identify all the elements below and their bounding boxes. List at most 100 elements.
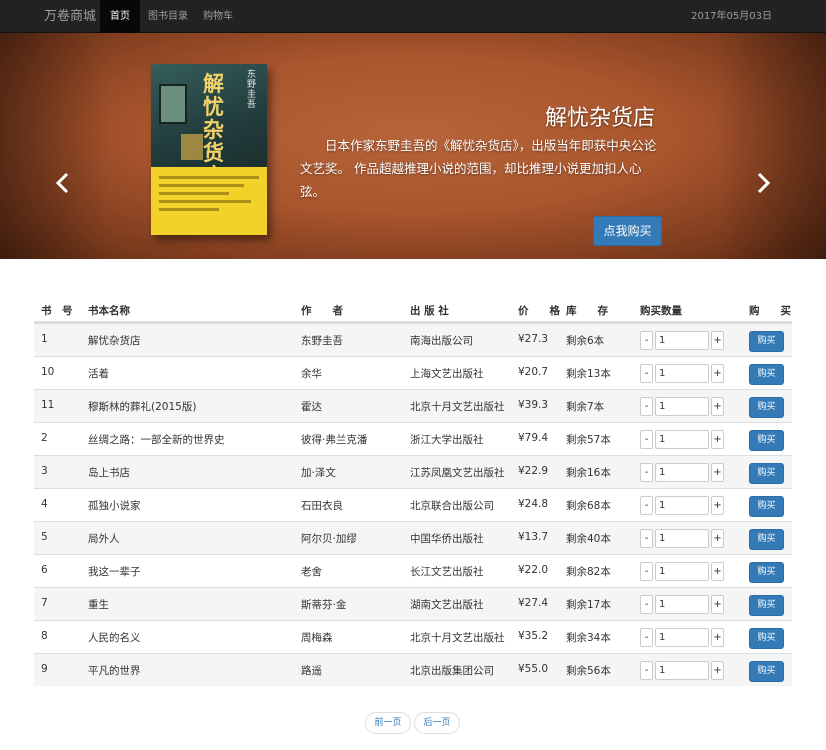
- cell-book-name: 平凡的世界: [88, 665, 141, 677]
- quantity-input[interactable]: 1: [655, 430, 709, 449]
- row-buy-button[interactable]: 购买: [749, 496, 784, 517]
- cell-book-id: 4: [41, 498, 48, 510]
- row-buy-button[interactable]: 购买: [749, 529, 784, 550]
- table-row: 11 穆斯林的葬礼(2015版) 霍达 北京十月文艺出版社 ¥39.3 剩余7本 -1 + 购买: [34, 389, 792, 422]
- table-row: 5 局外人 阿尔贝·加缪 中国华侨出版社 ¥13.7 剩余40本 -1 + 购买: [34, 521, 792, 554]
- cell-book-name: 孤独小说家: [88, 500, 141, 512]
- col-header-price: 价 格: [518, 305, 560, 317]
- table-row: 10 活着 余华 上海文艺出版社 ¥20.7 剩余13本 -1 + 购买: [34, 356, 792, 389]
- current-date: 2017年05月03日: [691, 11, 772, 22]
- cell-publisher: 湖南文艺出版社: [410, 599, 484, 611]
- nav-item-cart[interactable]: 购物车: [193, 0, 243, 33]
- cell-stock: 剩余56本: [566, 665, 611, 677]
- increase-qty-button[interactable]: +: [711, 364, 724, 383]
- carousel-buy-button[interactable]: 点我购买: [593, 216, 662, 246]
- brand-logo[interactable]: 万卷商城: [44, 0, 96, 33]
- quantity-input[interactable]: 1: [655, 595, 709, 614]
- row-buy-button[interactable]: 购买: [749, 430, 784, 451]
- decrease-qty-button[interactable]: -: [640, 661, 653, 680]
- cell-price: ¥39.3: [518, 399, 549, 411]
- increase-qty-button[interactable]: +: [711, 331, 724, 350]
- quantity-stepper: -1 +: [640, 463, 724, 482]
- row-buy-button[interactable]: 购买: [749, 331, 784, 352]
- row-buy-button[interactable]: 购买: [749, 397, 784, 418]
- table-row: 4 孤独小说家 石田衣良 北京联合出版公司 ¥24.8 剩余68本 -1 + 购买: [34, 488, 792, 521]
- carousel-next-chevron-right-icon[interactable]: [753, 171, 773, 195]
- quantity-input[interactable]: 1: [655, 364, 709, 383]
- decrease-qty-button[interactable]: -: [640, 364, 653, 383]
- increase-qty-button[interactable]: +: [711, 430, 724, 449]
- increase-qty-button[interactable]: +: [711, 496, 724, 515]
- decrease-qty-button[interactable]: -: [640, 331, 653, 350]
- decrease-qty-button[interactable]: -: [640, 397, 653, 416]
- increase-qty-button[interactable]: +: [711, 397, 724, 416]
- decrease-qty-button[interactable]: -: [640, 595, 653, 614]
- col-header-stock: 库 存: [566, 305, 608, 317]
- col-header-qty: 购买数量: [640, 305, 682, 317]
- cell-publisher: 上海文艺出版社: [410, 368, 484, 380]
- decrease-qty-button[interactable]: -: [640, 562, 653, 581]
- quantity-input[interactable]: 1: [655, 628, 709, 647]
- quantity-input[interactable]: 1: [655, 397, 709, 416]
- book-cover-author: 东野圭吾: [247, 70, 257, 110]
- cell-price: ¥24.8: [518, 498, 549, 510]
- col-header-buy: 购 买: [749, 305, 791, 317]
- quantity-input[interactable]: 1: [655, 331, 709, 350]
- quantity-input[interactable]: 1: [655, 661, 709, 680]
- prev-page-button[interactable]: 前一页: [365, 712, 411, 734]
- table-row: 1 解忧杂货店 东野圭吾 南海出版公司 ¥27.3 剩余6本 -1 + 购买: [34, 323, 792, 356]
- cell-publisher: 江苏凤凰文艺出版社: [410, 467, 505, 479]
- cell-author: 东野圭吾: [301, 335, 343, 347]
- quantity-input[interactable]: 1: [655, 496, 709, 515]
- decrease-qty-button[interactable]: -: [640, 430, 653, 449]
- cell-book-name: 重生: [88, 599, 109, 611]
- cell-price: ¥27.4: [518, 597, 549, 609]
- cell-author: 周梅森: [301, 632, 333, 644]
- cell-publisher: 中国华侨出版社: [410, 533, 484, 545]
- cell-price: ¥79.4: [518, 432, 549, 444]
- cell-publisher: 北京十月文艺出版社: [410, 632, 505, 644]
- table-row: 8 人民的名义 周梅森 北京十月文艺出版社 ¥35.2 剩余34本 -1 + 购买: [34, 620, 792, 653]
- cell-publisher: 浙江大学出版社: [410, 434, 484, 446]
- quantity-stepper: -1 +: [640, 529, 724, 548]
- cell-price: ¥35.2: [518, 630, 549, 642]
- nav-item-catalog[interactable]: 图书目录: [138, 0, 198, 33]
- cell-author: 老舍: [301, 566, 322, 578]
- quantity-input[interactable]: 1: [655, 562, 709, 581]
- quantity-stepper: -1 +: [640, 595, 724, 614]
- quantity-input[interactable]: 1: [655, 463, 709, 482]
- cell-price: ¥27.3: [518, 333, 549, 345]
- cell-author: 余华: [301, 368, 322, 380]
- increase-qty-button[interactable]: +: [711, 595, 724, 614]
- row-buy-button[interactable]: 购买: [749, 661, 784, 682]
- increase-qty-button[interactable]: +: [711, 628, 724, 647]
- cell-stock: 剩余57本: [566, 434, 611, 446]
- cell-book-id: 7: [41, 597, 48, 609]
- cell-stock: 剩余16本: [566, 467, 611, 479]
- cell-book-name: 岛上书店: [88, 467, 130, 479]
- cell-stock: 剩余17本: [566, 599, 611, 611]
- increase-qty-button[interactable]: +: [711, 661, 724, 680]
- row-buy-button[interactable]: 购买: [749, 562, 784, 583]
- increase-qty-button[interactable]: +: [711, 529, 724, 548]
- decrease-qty-button[interactable]: -: [640, 496, 653, 515]
- row-buy-button[interactable]: 购买: [749, 595, 784, 616]
- nav-item-home[interactable]: 首页: [100, 0, 140, 33]
- decrease-qty-button[interactable]: -: [640, 463, 653, 482]
- decrease-qty-button[interactable]: -: [640, 628, 653, 647]
- top-navbar: 万卷商城 首页 图书目录 购物车 2017年05月03日: [0, 0, 826, 33]
- decrease-qty-button[interactable]: -: [640, 529, 653, 548]
- row-buy-button[interactable]: 购买: [749, 628, 784, 649]
- hero-carousel: 解忧杂货店 东野圭吾 解忧杂货店 日本作家东野圭吾的《解忧杂货店》，出版当年即获…: [0, 33, 826, 259]
- next-page-button[interactable]: 后一页: [414, 712, 460, 734]
- row-buy-button[interactable]: 购买: [749, 463, 784, 484]
- quantity-input[interactable]: 1: [655, 529, 709, 548]
- book-table-header: 书 号 书本名称 作 者 出 版 社 价 格 库 存 购买数量 购 买: [34, 296, 792, 323]
- quantity-stepper: -1 +: [640, 430, 724, 449]
- cell-author: 彼得·弗兰克潘: [301, 434, 368, 446]
- cell-book-id: 3: [41, 465, 48, 477]
- increase-qty-button[interactable]: +: [711, 562, 724, 581]
- increase-qty-button[interactable]: +: [711, 463, 724, 482]
- carousel-prev-chevron-left-icon[interactable]: [53, 171, 73, 195]
- row-buy-button[interactable]: 购买: [749, 364, 784, 385]
